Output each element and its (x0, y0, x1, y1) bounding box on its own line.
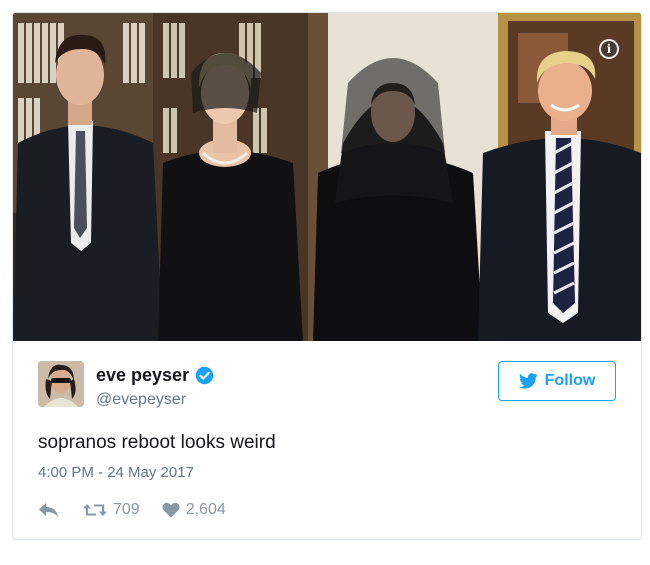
avatar-image (38, 361, 84, 407)
author-display-name[interactable]: eve peyser (96, 365, 189, 386)
author-name-row[interactable]: eve peyser (96, 365, 214, 386)
follow-button[interactable]: Follow (498, 361, 616, 401)
info-icon[interactable]: i (599, 39, 619, 59)
reply-icon (39, 503, 58, 517)
follow-label: Follow (544, 372, 596, 389)
twitter-bird-icon (518, 373, 538, 389)
tweet-actions: 709 2,604 (38, 501, 226, 519)
heart-icon (162, 502, 180, 518)
tweet-text: sopranos reboot looks weird (38, 432, 276, 453)
photo-image (13, 13, 641, 341)
tweet-photo[interactable]: i (13, 13, 641, 341)
verified-badge-icon (195, 366, 214, 385)
tweet-card: i eve peyser @evepeyser Follow sopranos … (12, 12, 642, 540)
like-button[interactable]: 2,604 (162, 501, 226, 519)
retweet-button[interactable]: 709 (83, 501, 140, 519)
avatar[interactable] (38, 361, 84, 407)
retweet-count: 709 (113, 501, 140, 518)
reply-button[interactable] (38, 502, 59, 518)
retweet-icon (83, 504, 107, 516)
author-handle[interactable]: @evepeyser (96, 391, 186, 409)
tweet-timestamp[interactable]: 4:00 PM - 24 May 2017 (38, 464, 194, 481)
like-count: 2,604 (185, 501, 226, 518)
